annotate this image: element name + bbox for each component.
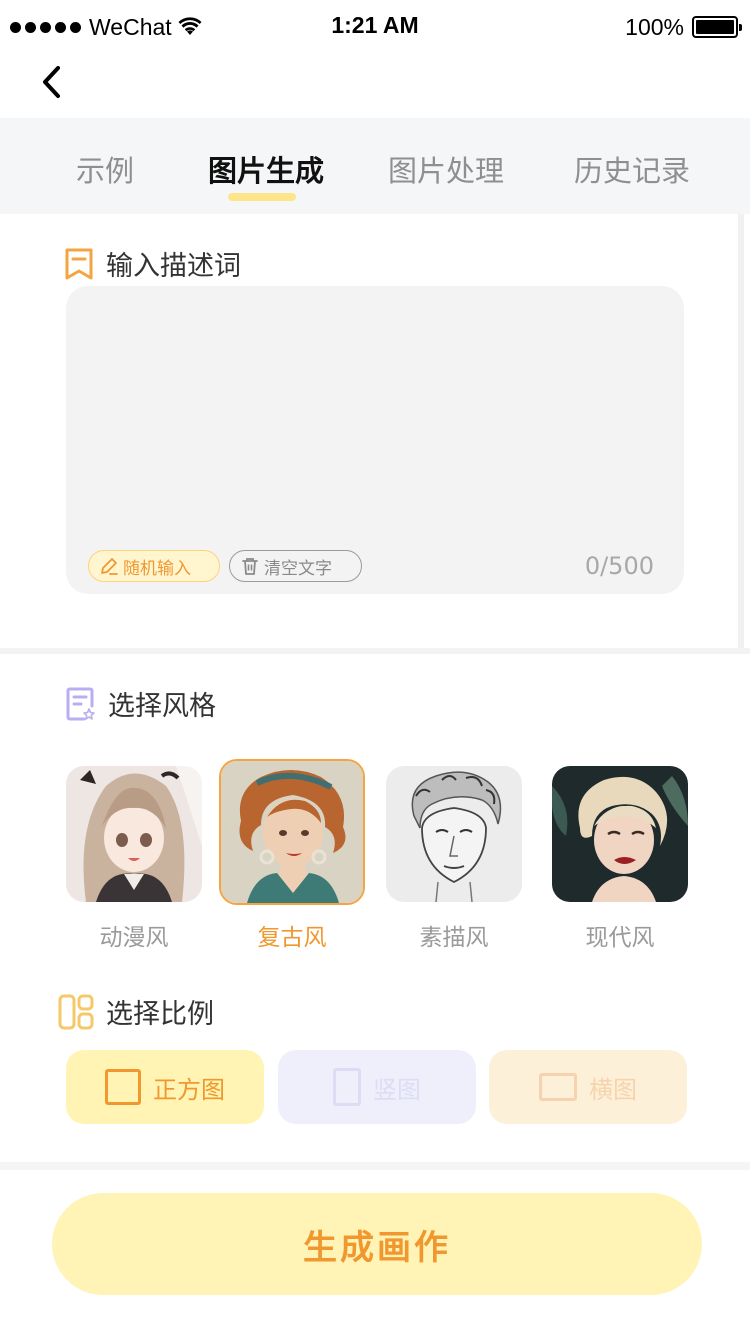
style-label-modern: 现代风	[585, 925, 655, 951]
anime-style-thumbnail	[66, 766, 202, 902]
ratio-square-button[interactable]: 正方图	[66, 1050, 264, 1124]
active-tab-indicator	[228, 193, 296, 201]
style-title: 选择风格	[108, 691, 216, 722]
clear-text-button[interactable]: 清空文字	[229, 550, 362, 582]
chevron-left-icon	[43, 66, 60, 98]
description-input[interactable]: 随机输入 清空文字 0/500	[66, 286, 684, 594]
tab-image-generation[interactable]: 图片生成	[208, 148, 324, 190]
status-bar: WeChat 1:21 AM 100%	[0, 0, 750, 54]
section-divider	[0, 648, 750, 654]
bookmark-icon	[65, 248, 93, 279]
character-counter: 0/500	[584, 552, 654, 580]
tab-image-processing[interactable]: 图片处理	[388, 148, 504, 190]
sketch-style-thumbnail	[386, 766, 522, 902]
tab-history[interactable]: 历史记录	[574, 148, 690, 190]
style-option-sketch[interactable]: 素描风	[386, 766, 522, 951]
ratio-header: 选择比例	[58, 992, 214, 1031]
style-label-retro: 复古风	[257, 925, 327, 951]
retro-style-thumbnail	[219, 759, 365, 905]
description-card: 输入描述词 随机输入 清空文字 0/500	[0, 214, 744, 648]
style-option-retro[interactable]: 复古风	[219, 759, 365, 951]
pencil-icon	[101, 558, 118, 575]
style-option-anime[interactable]: 动漫风	[66, 766, 202, 951]
bottom-divider	[0, 1162, 750, 1170]
random-input-label: 随机输入	[123, 558, 191, 579]
battery-icon	[692, 16, 742, 38]
square-icon	[105, 1069, 141, 1105]
battery-percentage: 100%	[625, 13, 684, 40]
tab-examples[interactable]: 示例	[76, 148, 134, 190]
style-header: 选择风格	[64, 684, 216, 723]
description-header: 输入描述词	[64, 244, 241, 283]
ratio-landscape-label: 横图	[589, 1075, 637, 1104]
ratio-portrait-label: 竖图	[373, 1075, 421, 1104]
ratio-square-label: 正方图	[153, 1075, 225, 1104]
layout-grid-icon	[58, 994, 94, 1029]
description-title: 输入描述词	[106, 251, 241, 282]
style-document-icon	[66, 687, 95, 720]
generate-button[interactable]: 生成画作	[52, 1193, 702, 1295]
portrait-rect-icon	[333, 1068, 361, 1106]
trash-icon	[242, 558, 258, 575]
modern-style-thumbnail	[552, 766, 688, 902]
tab-bar: 示例 图片生成 图片处理 历史记录	[0, 118, 750, 214]
style-label-sketch: 素描风	[419, 925, 489, 951]
style-option-modern[interactable]: 现代风	[552, 766, 688, 951]
landscape-rect-icon	[539, 1073, 577, 1101]
style-label-anime: 动漫风	[99, 925, 169, 951]
random-input-button[interactable]: 随机输入	[88, 550, 220, 582]
clear-text-label: 清空文字	[264, 558, 332, 579]
back-button[interactable]	[34, 62, 70, 102]
ratio-landscape-button[interactable]: 横图	[489, 1050, 687, 1124]
ratio-title: 选择比例	[106, 999, 214, 1030]
ratio-portrait-button[interactable]: 竖图	[278, 1050, 476, 1124]
nav-bar	[0, 54, 750, 118]
